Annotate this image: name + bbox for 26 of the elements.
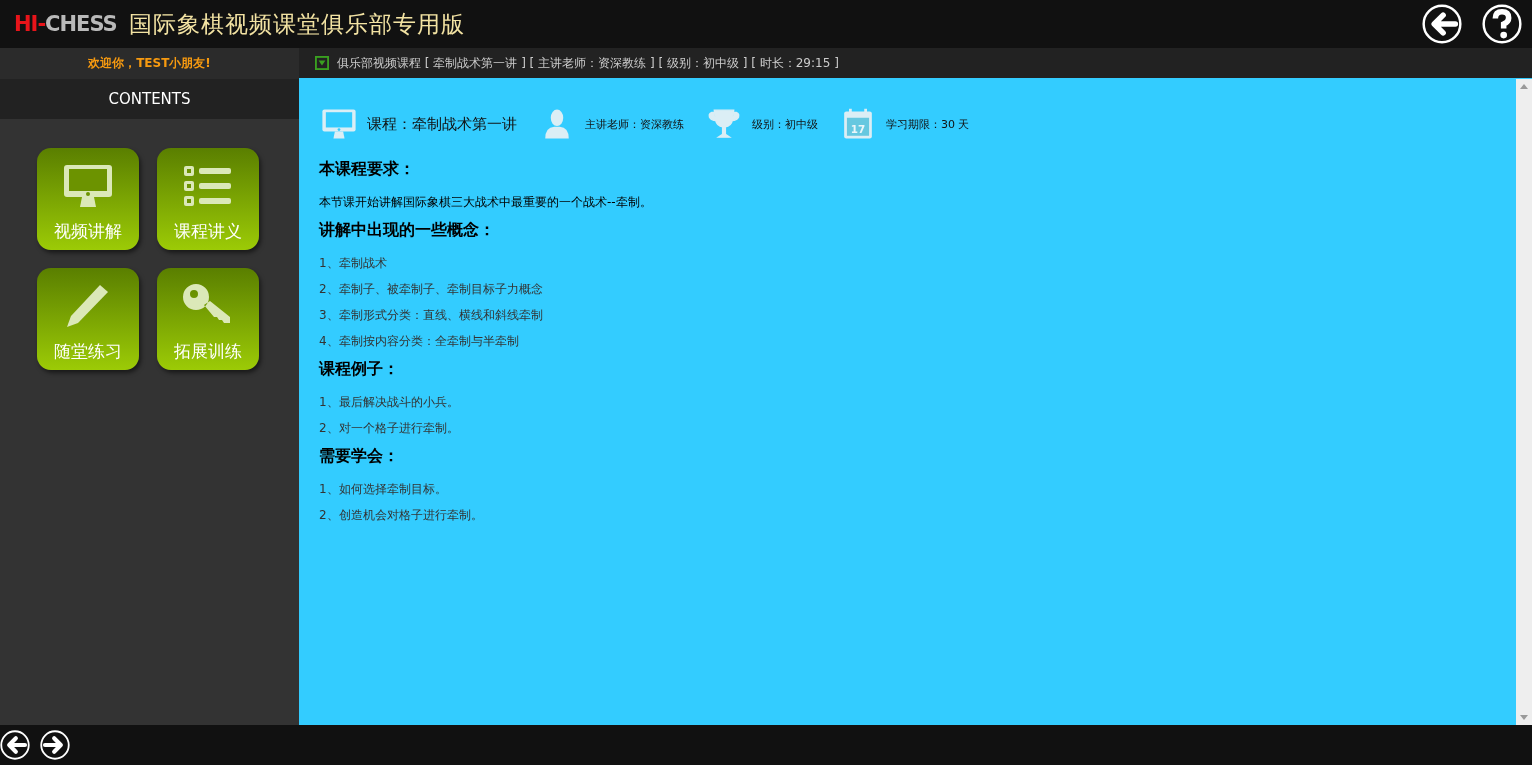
section-heading: 课程例子：	[319, 359, 400, 380]
welcome-text: 欢迎你，TEST小朋友!	[0, 48, 299, 79]
list-item-text: 4、牵制按内容分类：全牵制与半牵制	[319, 333, 520, 350]
list-item-text: 2、牵制子、被牵制子、牵制目标子力概念	[319, 281, 544, 298]
contents-header: CONTENTS	[0, 79, 299, 119]
list-item-text: 2、对一个格子进行牵制。	[319, 420, 460, 437]
menu-tile[interactable]: 拓展训练	[157, 268, 259, 370]
course-breadcrumb: 俱乐部视频课程 [ 牵制战术第一讲 ] [ 主讲老师：资深教练 ] [ 级别：初中级 ] [ 时长：29:15 ]	[337, 54, 839, 72]
course-info-text: 级别：初中级	[752, 116, 818, 132]
course-info-text: 学习期限：30 天	[886, 116, 970, 132]
section-heading: 本课程要求：	[319, 159, 416, 180]
list-item-text: 2、创造机会对格子进行牵制。	[319, 507, 484, 524]
logo: HI-CHESS	[14, 12, 117, 36]
menu-tile[interactable]: 课程讲义	[157, 148, 259, 250]
course-info-text: 主讲老师：资深教练	[585, 116, 684, 132]
list-item-text: 1、如何选择牵制目标。	[319, 481, 448, 498]
app-title: 国际象棋视频课堂俱乐部专用版	[128, 9, 465, 39]
list-item-text: 3、牵制形式分类：直线、横线和斜线牵制	[319, 307, 544, 324]
section-heading: 讲解中出现的一些概念：	[319, 220, 496, 241]
list-item-text: 本节课开始讲解国际象棋三大战术中最重要的一个战术--牵制。	[319, 194, 653, 211]
section-heading: 需要学会：	[319, 446, 400, 467]
list-item-text: 1、最后解决战斗的小兵。	[319, 394, 460, 411]
menu-tile[interactable]: 随堂练习	[37, 268, 139, 370]
menu-tile[interactable]: 视频讲解	[37, 148, 139, 250]
list-item-text: 1、牵制战术	[319, 255, 388, 272]
course-info-text: 课程：牵制战术第一讲	[367, 114, 517, 134]
